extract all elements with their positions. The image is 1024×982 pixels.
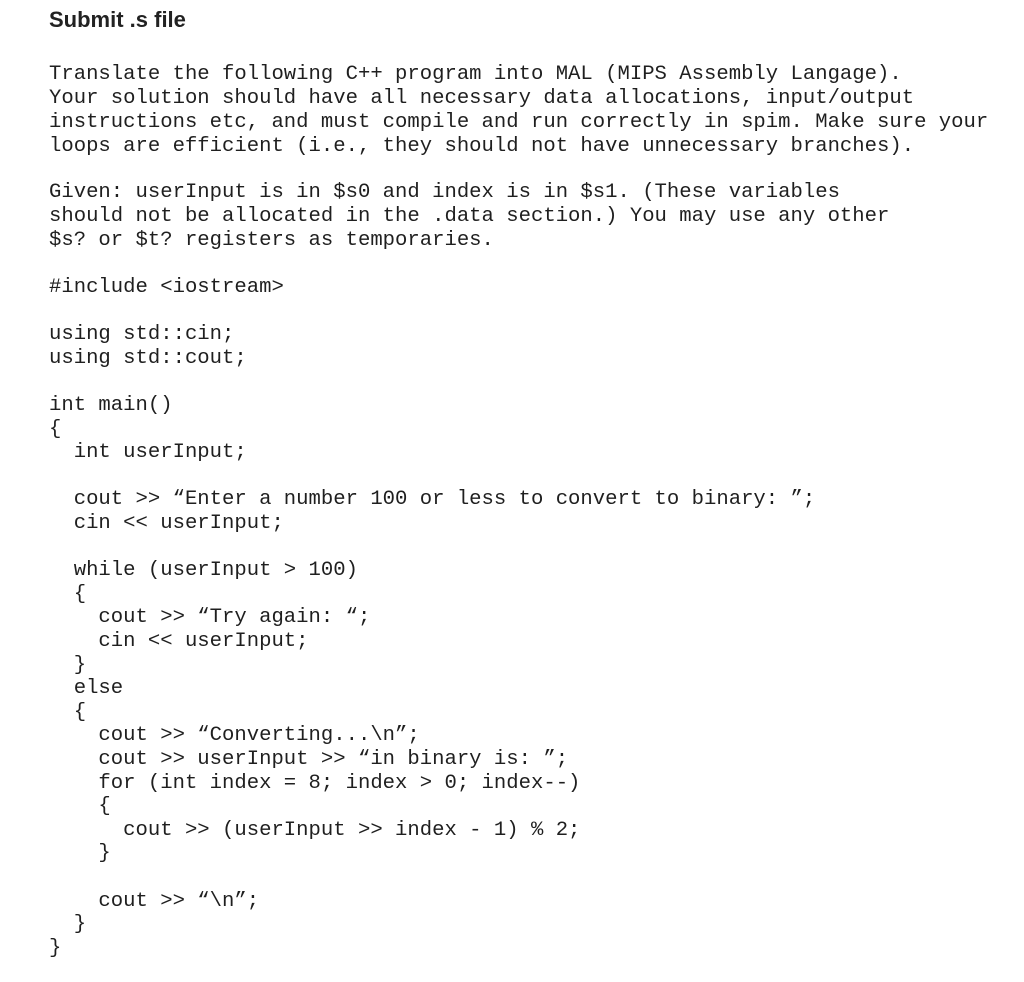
code-line: { xyxy=(49,700,87,724)
document-body: Translate the following C++ program into… xyxy=(49,0,1024,982)
given-line: should not be allocated in the .data sec… xyxy=(49,205,890,228)
code-line: using std::cout; xyxy=(49,346,247,370)
code-line: while (userInput > 100) xyxy=(49,559,358,583)
instruction-line: instructions etc, and must compile and r… xyxy=(49,111,989,134)
code-line: } xyxy=(49,913,87,937)
code-line: cout >> “Try again: “; xyxy=(49,606,371,630)
instruction-line: loops are efficient (i.e., they should n… xyxy=(49,135,915,158)
code-line: for (int index = 8; index > 0; index--) xyxy=(49,771,581,795)
code-line: cout >> (userInput >> index - 1) % 2; xyxy=(49,818,581,842)
given-line: Given: userInput is in $s0 and index is … xyxy=(49,181,840,204)
instruction-line: Your solution should have all necessary … xyxy=(49,87,915,110)
code-line: int main() xyxy=(49,394,173,417)
code-line: cin << userInput; xyxy=(49,630,309,653)
code-line: { xyxy=(49,417,62,441)
code-line: cout >> “Converting...\n”; xyxy=(49,724,420,748)
code-line: cin << userInput; xyxy=(49,512,284,535)
code-line: { xyxy=(49,795,111,819)
code-line: cout >> “\n”; xyxy=(49,889,260,913)
instruction-line: Translate the following C++ program into… xyxy=(49,63,902,86)
given-line: $s? or $t? registers as temporaries. xyxy=(49,229,494,252)
code-line: cout >> userInput >> “in binary is: ”; xyxy=(49,748,569,771)
code-line: using std::cin; xyxy=(49,323,235,347)
code-line: #include <iostream> xyxy=(49,276,284,299)
code-line: int userInput; xyxy=(49,441,247,465)
code-line: else xyxy=(49,677,124,701)
code-line: cout >> “Enter a number 100 or less to c… xyxy=(49,488,816,512)
code-line: } xyxy=(49,842,111,866)
code-line: { xyxy=(49,582,87,606)
code-line: } xyxy=(49,936,62,960)
code-line: } xyxy=(49,653,87,677)
